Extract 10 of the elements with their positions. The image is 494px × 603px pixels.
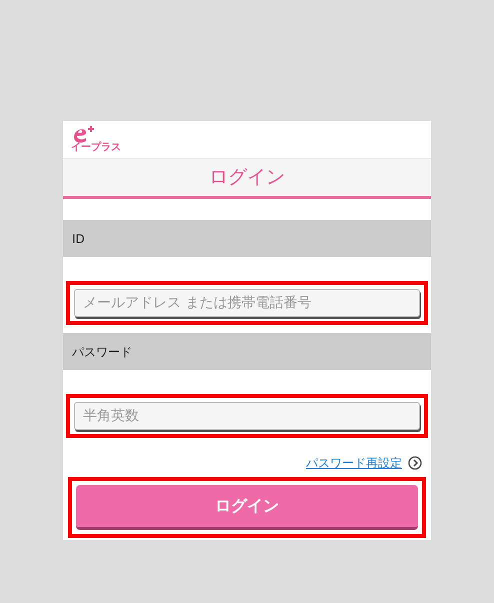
logo-icon [71,125,97,143]
field-label: ID [72,230,85,248]
input-field[interactable]: メールアドレス または携帯電話番号 [74,289,420,317]
chevron-circle-icon[interactable] [408,456,422,470]
page-title: ログイン [209,165,285,190]
input-field[interactable]: 半角英数 [74,402,420,430]
field-label: パスワード [72,344,132,360]
login-button[interactable]: ログイン [76,485,418,530]
logo-text: イープラス [71,143,121,153]
password-reset-link[interactable]: パスワード再設定 [306,454,402,472]
